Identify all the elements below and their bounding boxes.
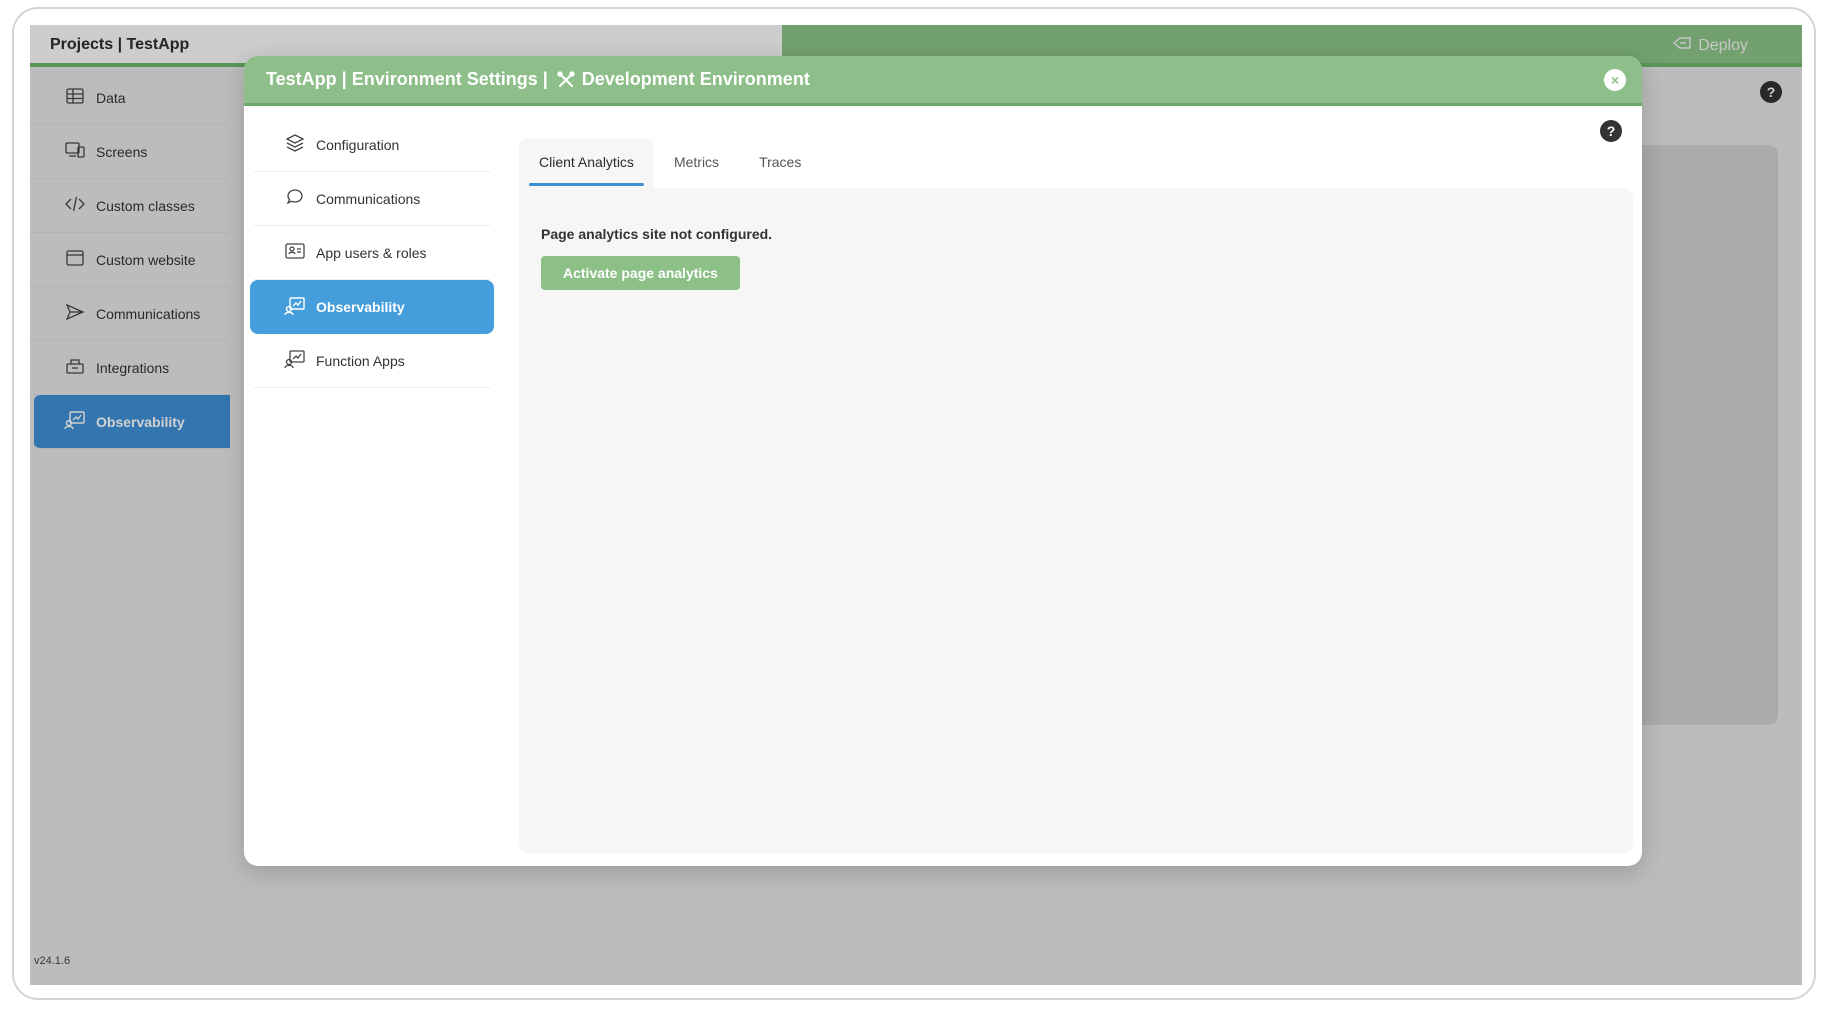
modal-nav-observability[interactable]: Observability (250, 280, 494, 334)
modal-nav-label: Observability (316, 299, 405, 315)
layers-icon (284, 132, 306, 157)
monitor-chart-icon (284, 295, 306, 320)
users-card-icon (284, 240, 306, 265)
modal-nav-label: Communications (316, 190, 421, 207)
chat-bubble-icon (284, 186, 306, 211)
environment-name: Development Environment (581, 69, 810, 89)
modal-nav-label: App users & roles (316, 244, 427, 261)
modal-sidebar: Configuration Communications App users &… (250, 118, 494, 388)
modal-nav-label: Function Apps (316, 352, 405, 369)
function-apps-icon (284, 348, 306, 373)
modal-nav-app-users-roles[interactable]: App users & roles (254, 226, 490, 280)
modal-nav-function-apps[interactable]: Function Apps (254, 334, 490, 388)
modal-main: Client Analytics Metrics Traces Page ana… (519, 138, 1633, 856)
modal-title: TestApp | Environment Settings | (266, 69, 548, 89)
screen-frame: Projects | TestApp Deploy Data Screens C… (12, 7, 1816, 1000)
modal-nav-label: Configuration (316, 136, 400, 153)
tab-bar: Client Analytics Metrics Traces (519, 138, 1633, 188)
close-button[interactable]: × (1604, 69, 1626, 91)
analytics-status-message: Page analytics site not configured. (541, 226, 773, 242)
activate-page-analytics-button[interactable]: Activate page analytics (541, 256, 740, 290)
environment-settings-modal: TestApp | Environment Settings | Develop… (244, 56, 1642, 866)
modal-nav-communications[interactable]: Communications (254, 172, 490, 226)
app-background: Projects | TestApp Deploy Data Screens C… (30, 25, 1802, 985)
tab-traces[interactable]: Traces (739, 138, 821, 188)
tools-icon (556, 70, 576, 90)
client-analytics-panel: Page analytics site not configured. Acti… (519, 188, 1633, 854)
modal-nav-configuration[interactable]: Configuration (254, 118, 490, 172)
modal-header: TestApp | Environment Settings | Develop… (244, 56, 1642, 106)
tab-metrics[interactable]: Metrics (654, 138, 739, 188)
tab-client-analytics[interactable]: Client Analytics (519, 138, 654, 188)
